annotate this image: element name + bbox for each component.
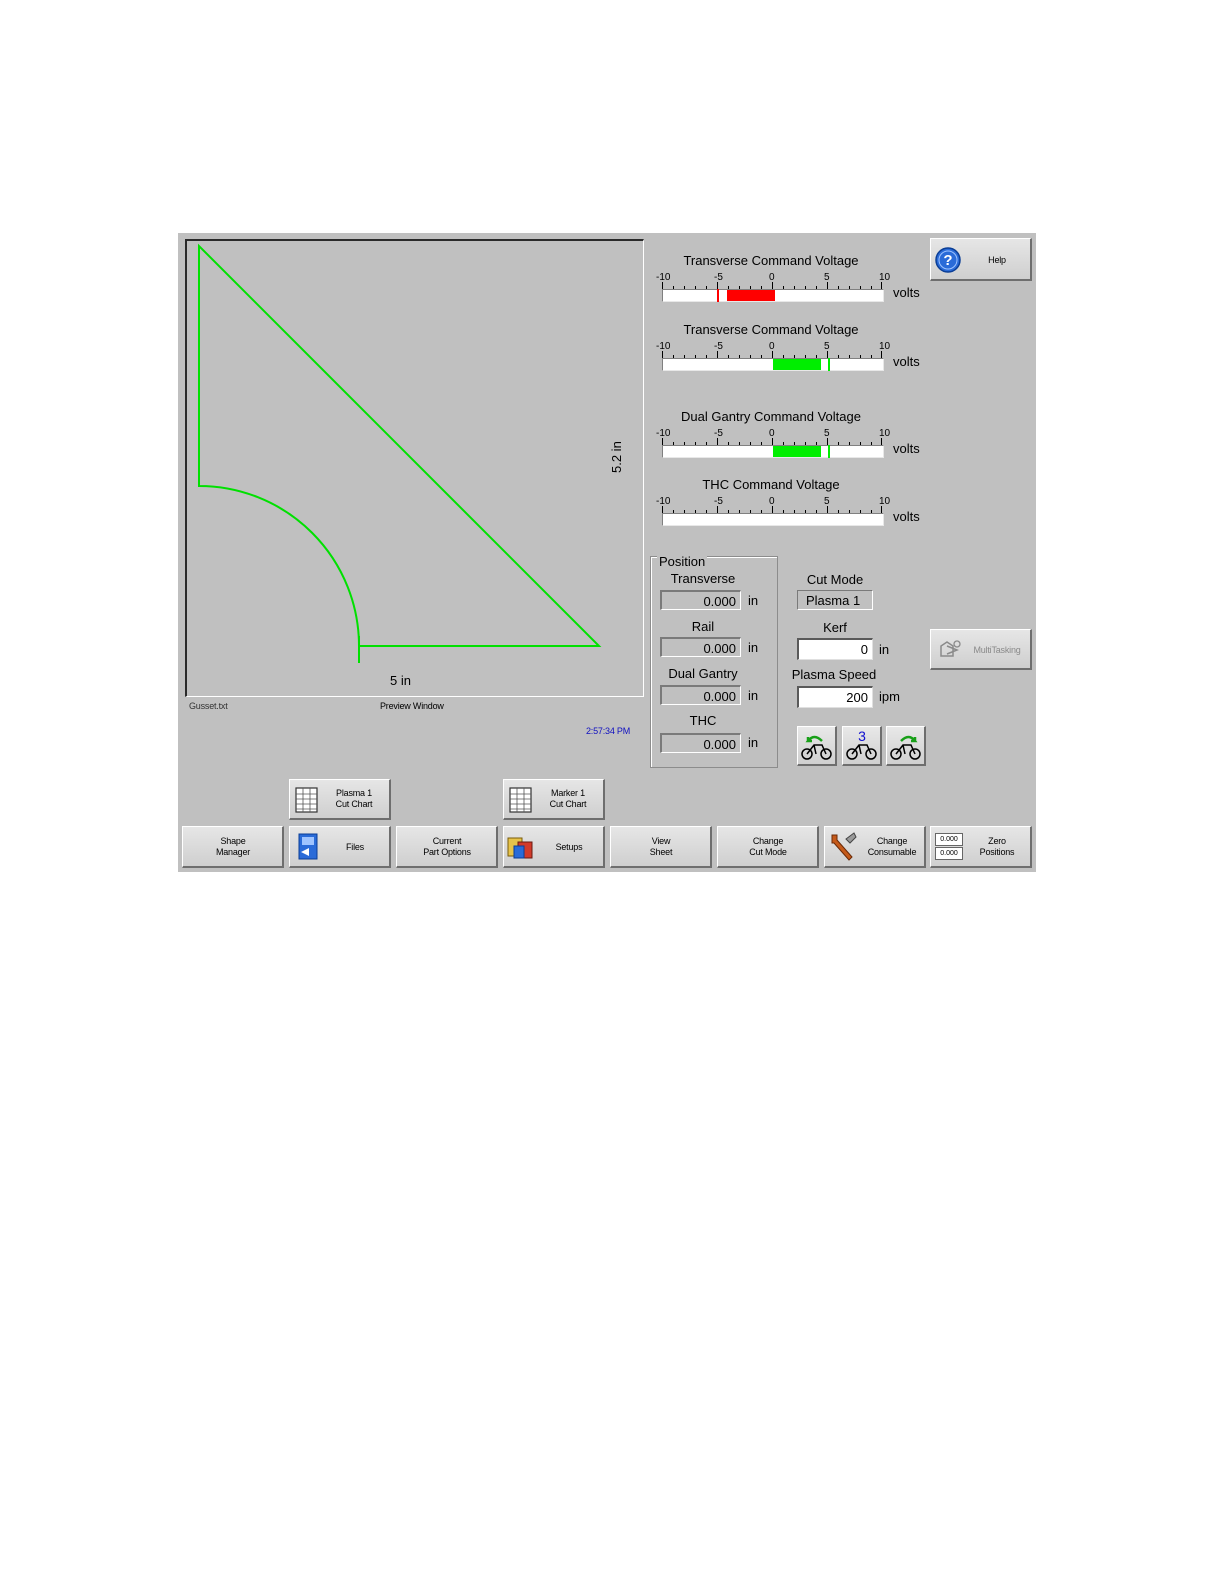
meter-fill <box>726 290 776 301</box>
meter-unit: volts <box>893 285 920 300</box>
motion-go-to-button[interactable]: 3 <box>842 726 882 766</box>
gusset-part-outline <box>198 243 602 647</box>
multitasking-button-label: MultiTasking <box>973 645 1021 655</box>
change-cut-mode-label: Change Cut Mode <box>749 836 787 857</box>
zero-positions-button[interactable]: 0.000 0.000 Zero Positions <box>930 826 1032 868</box>
meter-unit: volts <box>893 509 920 524</box>
files-icon <box>298 833 318 860</box>
help-icon: ? <box>935 247 961 273</box>
multitasking-icon <box>940 640 961 657</box>
change-cut-mode-button[interactable]: Change Cut Mode <box>717 826 819 868</box>
width-dimension-label: 5 in <box>390 673 411 688</box>
meter-bar <box>662 289 884 302</box>
preview-window-label: Preview Window <box>380 701 444 711</box>
view-sheet-label: View Sheet <box>649 836 673 857</box>
motion-back-button[interactable] <box>797 726 837 766</box>
transverse-unit: in <box>748 593 759 608</box>
meter-thc: THC Command Voltage -10 -5 0 5 10 volts <box>656 477 920 532</box>
dual-gantry-label: Dual Gantry <box>668 666 738 681</box>
help-button[interactable]: ? Help <box>930 238 1032 281</box>
preview-window: 5 in 5.2 in <box>185 239 644 697</box>
bicycle-number-icon: 3 <box>846 728 877 760</box>
dual-gantry-unit: in <box>748 688 759 703</box>
marker-cut-chart-button[interactable]: Marker 1 Cut Chart <box>503 779 605 820</box>
transverse-label: Transverse <box>670 571 736 586</box>
file-name-label: Gusset.txt <box>189 701 228 711</box>
current-part-options-button[interactable]: Current Part Options <box>396 826 498 868</box>
zero-icon-top: 0.000 <box>935 833 963 846</box>
meter-unit: volts <box>893 354 920 369</box>
plasma-speed-unit: ipm <box>879 689 900 704</box>
cut-mode-field: Plasma 1 <box>797 590 873 610</box>
change-consumable-label: Change Consumable <box>867 836 917 857</box>
marker-cut-chart-label: Marker 1 Cut Chart <box>549 788 587 809</box>
setups-button[interactable]: Setups <box>503 826 605 868</box>
meter-dual-gantry: Dual Gantry Command Voltage -10 -5 0 5 10 volt… <box>656 409 920 464</box>
motion-forward-button[interactable] <box>886 726 926 766</box>
position-group-title: Position <box>657 554 708 569</box>
wrench-icon <box>831 832 857 861</box>
plasma-cut-chart-button[interactable]: Plasma 1 Cut Chart <box>289 779 391 820</box>
current-part-options-label: Current Part Options <box>423 836 471 857</box>
meter-bar <box>662 358 884 371</box>
meter-marker <box>828 358 831 371</box>
cnc-control-screen: 5 in 5.2 in Gusset.txt Preview Window 2:… <box>178 233 1036 872</box>
plasma-cut-chart-label: Plasma 1 Cut Chart <box>335 788 373 809</box>
thc-label: THC <box>689 713 717 728</box>
multitasking-button[interactable]: MultiTasking <box>930 629 1032 670</box>
part-shape-drawing <box>198 243 602 663</box>
files-button[interactable]: Files <box>289 826 391 868</box>
meter-fill <box>773 359 822 370</box>
shape-manager-button[interactable]: Shape Manager <box>182 826 284 868</box>
shape-manager-label: Shape Manager <box>215 836 251 857</box>
meter-bar <box>662 513 884 526</box>
rail-position-field: 0.000 <box>660 637 741 657</box>
meter-title: THC Command Voltage <box>702 477 840 492</box>
transverse-position-field: 0.000 <box>660 590 741 610</box>
motion-number: 3 <box>858 728 866 744</box>
files-label: Files <box>345 842 364 852</box>
meter-bar <box>662 445 884 458</box>
view-sheet-button[interactable]: View Sheet <box>610 826 712 868</box>
rail-label: Rail <box>691 619 715 634</box>
bicycle-back-icon <box>801 735 832 760</box>
meter-transverse-2: Transverse Command Voltage -10 -5 0 5 10 volts <box>656 322 920 377</box>
bicycle-forward-icon <box>890 735 921 760</box>
meter-transverse-1: Transverse Command Voltage -10 -5 0 5 10 volts <box>656 253 920 308</box>
cut-chart-icon <box>295 787 318 813</box>
rail-unit: in <box>748 640 759 655</box>
plasma-speed-label: Plasma Speed <box>791 667 877 682</box>
kerf-label: Kerf <box>823 620 847 635</box>
cut-chart-icon <box>509 787 532 813</box>
setups-icon <box>507 837 533 859</box>
change-consumable-button[interactable]: Change Consumable <box>824 826 926 868</box>
thc-unit: in <box>748 735 759 750</box>
meter-marker <box>717 289 719 302</box>
meter-unit: volts <box>893 441 920 456</box>
kerf-input[interactable]: 0 <box>797 638 873 660</box>
height-dimension-label: 5.2 in <box>609 441 624 473</box>
svg-text:?: ? <box>943 252 952 269</box>
help-button-label: Help <box>988 255 1006 265</box>
meter-title: Dual Gantry Command Voltage <box>681 409 861 424</box>
meter-title: Transverse Command Voltage <box>683 253 859 268</box>
meter-title: Transverse Command Voltage <box>683 322 859 337</box>
clock-display: 2:57:34 PM <box>586 726 631 736</box>
kerf-unit: in <box>879 642 890 657</box>
thc-position-field: 0.000 <box>660 733 741 753</box>
plasma-speed-input[interactable]: 200 <box>797 686 873 708</box>
meter-fill <box>773 446 822 457</box>
zero-icon-bottom: 0.000 <box>935 847 963 860</box>
dual-gantry-position-field: 0.000 <box>660 685 741 705</box>
meter-marker <box>828 445 831 458</box>
cut-mode-label: Cut Mode <box>806 572 864 587</box>
setups-label: Setups <box>555 842 583 852</box>
zero-positions-label: Zero Positions <box>979 836 1015 857</box>
